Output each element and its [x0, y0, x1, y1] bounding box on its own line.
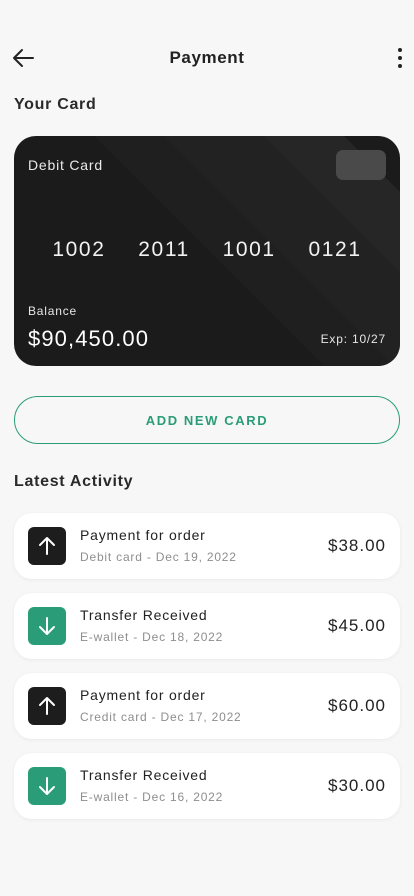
activity-title: Payment for order: [80, 687, 206, 703]
arrow-down-icon: [39, 617, 55, 635]
balance-label: Balance: [28, 304, 77, 318]
arrow-up-icon: [39, 537, 55, 555]
payment-screen: Payment Your Card Debit Card 1002 2011 1…: [0, 0, 414, 896]
activity-icon-box: [28, 527, 66, 565]
arrow-up-icon: [39, 697, 55, 715]
activity-item[interactable]: Transfer Received E-wallet - Dec 18, 202…: [14, 593, 400, 659]
activity-title: Transfer Received: [80, 767, 208, 783]
add-new-card-button[interactable]: ADD NEW CARD: [14, 396, 400, 444]
latest-activity-title: Latest Activity: [14, 473, 134, 490]
activity-amount: $38.00: [328, 536, 386, 555]
activity-subtitle: Debit card - Dec 19, 2022: [80, 550, 237, 564]
header: Payment: [0, 36, 414, 80]
card-number-group: 1001: [222, 238, 276, 261]
card-number: 1002 2011 1001 0121: [14, 238, 400, 262]
debit-card[interactable]: Debit Card 1002 2011 1001 0121 Balance $…: [14, 136, 400, 366]
activity-amount: $45.00: [328, 616, 386, 635]
your-card-title: Your Card: [14, 96, 97, 113]
activity-icon-box: [28, 767, 66, 805]
activity-item[interactable]: Payment for order Credit card - Dec 17, …: [14, 673, 400, 739]
more-options-button[interactable]: [392, 44, 408, 72]
activity-title: Payment for order: [80, 527, 206, 543]
arrow-down-icon: [39, 777, 55, 795]
card-number-group: 0121: [308, 238, 362, 261]
activity-amount: $30.00: [328, 776, 386, 795]
activity-amount: $60.00: [328, 696, 386, 715]
card-number-group: 2011: [138, 238, 190, 261]
activity-item[interactable]: Payment for order Debit card - Dec 19, 2…: [14, 513, 400, 579]
more-vertical-icon: [398, 48, 402, 52]
card-type: Debit Card: [28, 157, 103, 173]
activity-subtitle: E-wallet - Dec 18, 2022: [80, 630, 224, 644]
balance-value: $90,450.00: [28, 326, 150, 351]
card-number-group: 1002: [52, 238, 106, 261]
card-expiry: Exp: 10/27: [320, 332, 386, 346]
activity-subtitle: E-wallet - Dec 16, 2022: [80, 790, 224, 804]
card-chip-icon: [336, 150, 386, 180]
page-title: Payment: [169, 48, 245, 67]
activity-title: Transfer Received: [80, 607, 208, 623]
activity-icon-box: [28, 687, 66, 725]
activity-item[interactable]: Transfer Received E-wallet - Dec 16, 202…: [14, 753, 400, 819]
activity-subtitle: Credit card - Dec 17, 2022: [80, 710, 242, 724]
activity-icon-box: [28, 607, 66, 645]
